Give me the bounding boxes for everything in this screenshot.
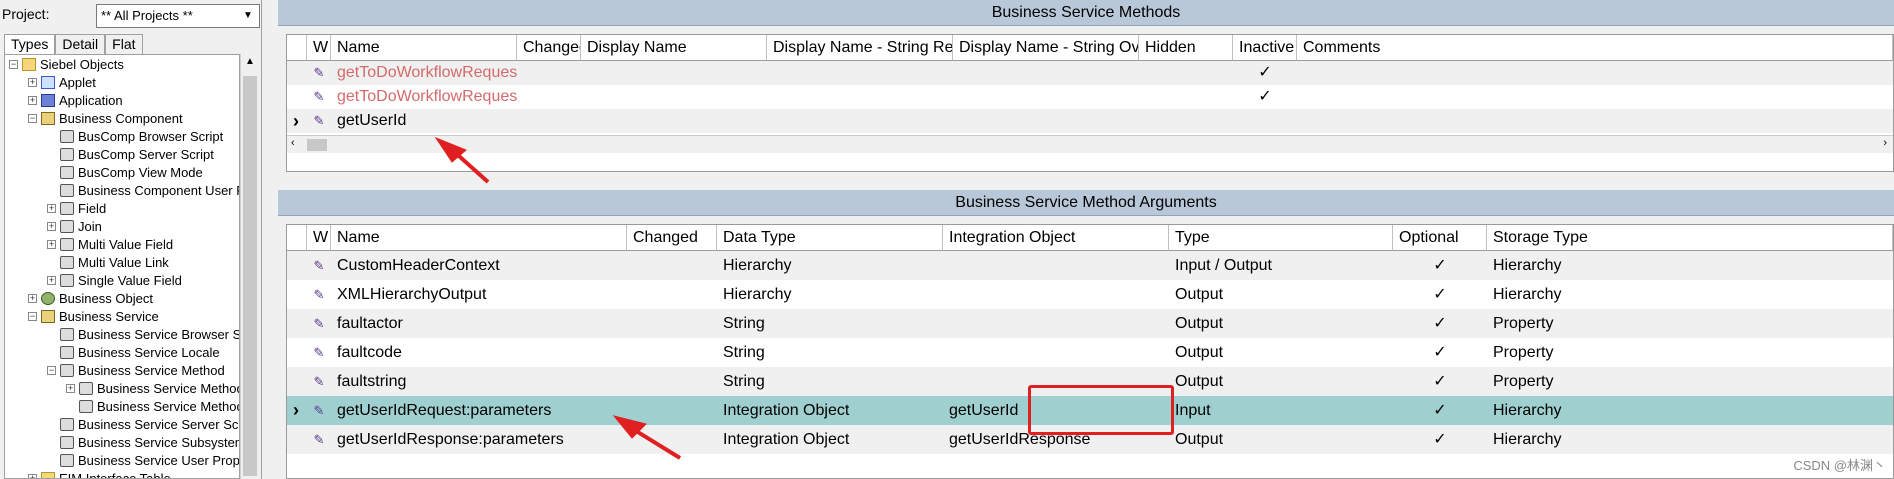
watermark: CSDN @林渊丶: [1793, 458, 1886, 473]
annotation-arrows: [434, 136, 682, 460]
siebel-tools-window: Project: ** All Projects ** ▼ Types Deta…: [0, 0, 1894, 479]
